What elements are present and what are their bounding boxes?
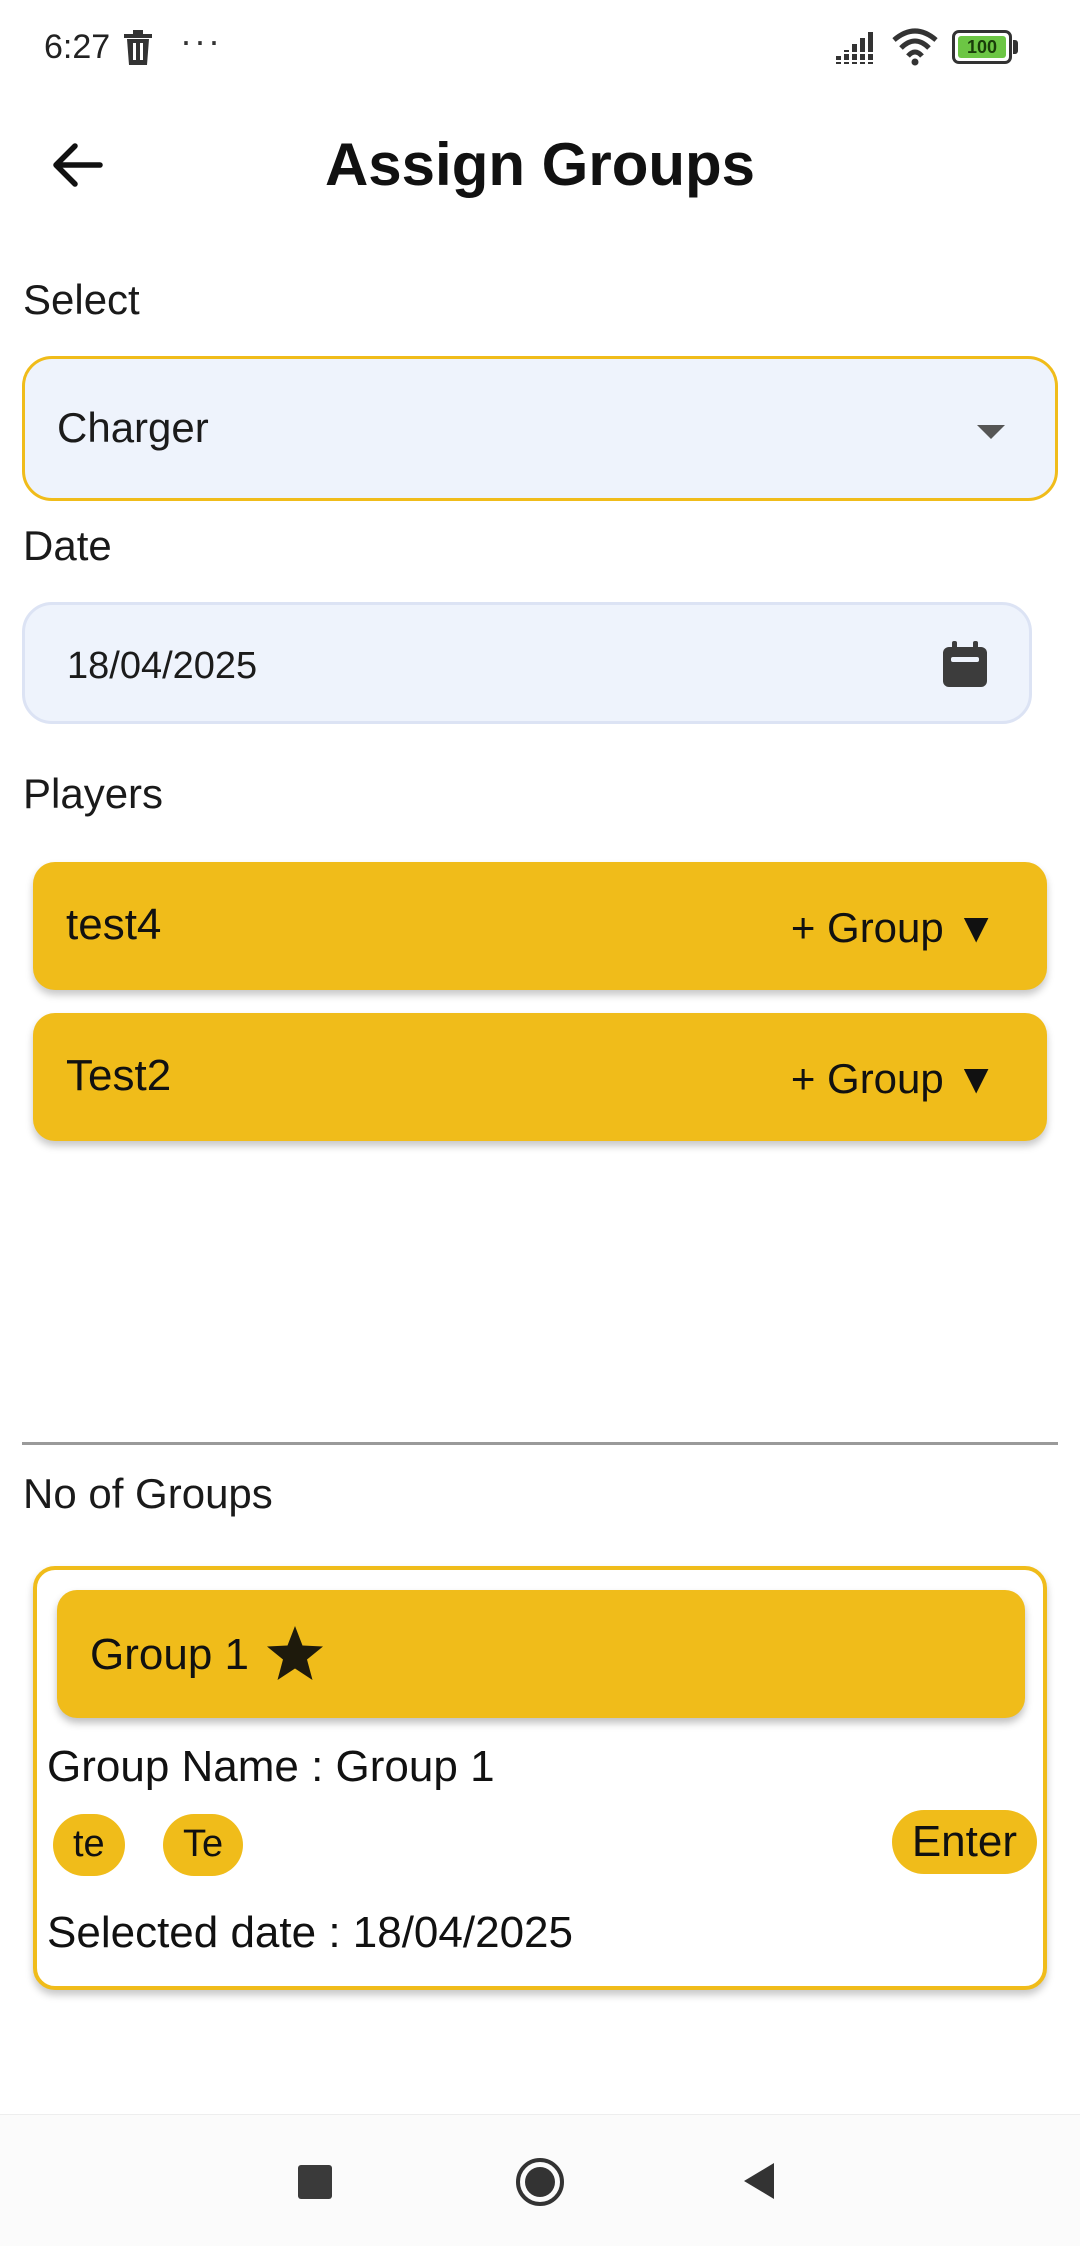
select-dropdown[interactable]: Charger: [22, 356, 1058, 501]
back-triangle-icon[interactable]: [742, 2161, 776, 2201]
divider: [22, 1442, 1058, 1445]
group-name-text: Group Name : Group 1: [47, 1742, 495, 1791]
select-value: Charger: [57, 404, 209, 451]
add-group-dropdown[interactable]: + Group ▼: [791, 1055, 997, 1103]
trash-icon: [124, 30, 152, 65]
date-input[interactable]: 18/04/2025: [22, 602, 1032, 724]
recents-icon[interactable]: [298, 2165, 332, 2199]
system-nav-bar: [0, 2114, 1080, 2246]
players-label: Players: [23, 770, 164, 817]
select-label: Select: [23, 276, 140, 323]
battery-icon: 100: [952, 30, 1018, 64]
player-card[interactable]: test4 + Group ▼: [33, 862, 1047, 990]
signal-icon: [836, 32, 880, 64]
battery-tip: [1013, 40, 1018, 54]
groups-label: No of Groups: [23, 1470, 273, 1517]
group-title: Group 1: [90, 1630, 249, 1679]
status-bar: 6:27 ··· 100: [0, 0, 1080, 96]
add-group-dropdown[interactable]: + Group ▼: [791, 904, 997, 952]
star-icon[interactable]: [265, 1624, 325, 1682]
screen: 6:27 ··· 100 Assign Groups Select Charge…: [0, 0, 1080, 2246]
player-name: test4: [66, 900, 162, 949]
selected-date-text: Selected date : 18/04/2025: [47, 1908, 573, 1957]
calendar-icon[interactable]: [941, 641, 989, 689]
player-card[interactable]: Test2 + Group ▼: [33, 1013, 1047, 1141]
member-chip[interactable]: Te: [163, 1814, 244, 1876]
group-header[interactable]: Group 1: [57, 1590, 1025, 1718]
home-icon[interactable]: [515, 2157, 565, 2207]
member-chip[interactable]: te: [53, 1814, 125, 1876]
player-name: Test2: [66, 1051, 172, 1100]
status-more-dots: ···: [180, 20, 222, 61]
enter-button[interactable]: Enter: [891, 1810, 1037, 1874]
page-title: Assign Groups: [324, 131, 756, 198]
wifi-icon: [892, 28, 938, 66]
dropdown-caret-icon: [977, 425, 1005, 439]
battery-level: 100: [958, 36, 1006, 58]
date-value: 18/04/2025: [67, 645, 258, 687]
battery-body: 100: [952, 30, 1012, 64]
group-panel: Group 1 Group Name : Group 1 te Te Enter…: [33, 1566, 1047, 1990]
status-time: 6:27: [44, 28, 111, 66]
date-label: Date: [23, 522, 112, 569]
